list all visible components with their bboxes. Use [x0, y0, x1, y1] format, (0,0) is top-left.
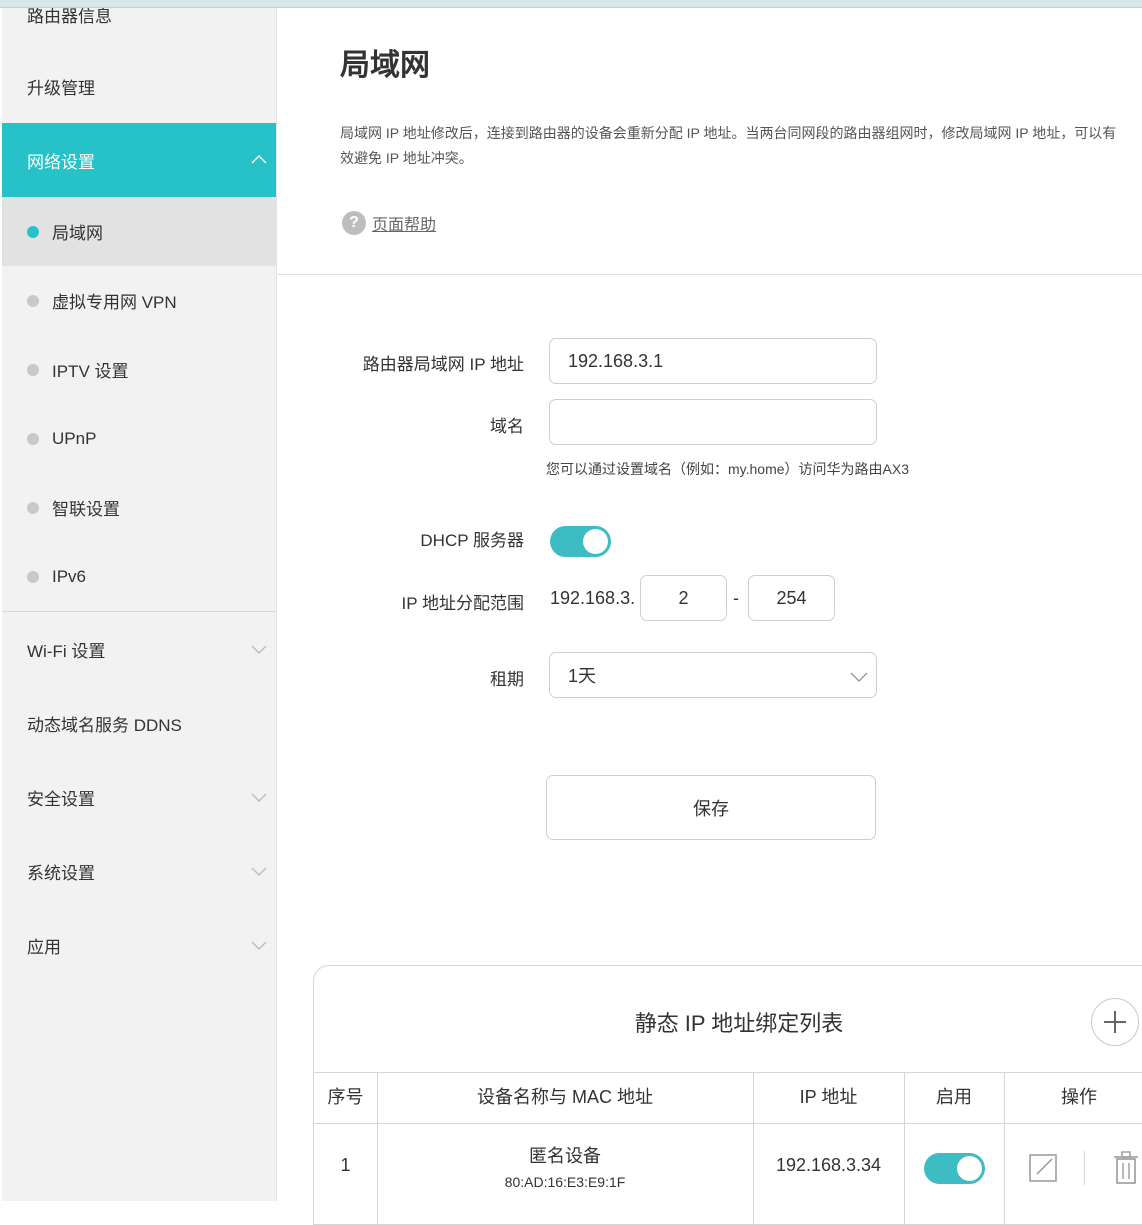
domain-hint: 您可以通过设置域名（例如：my.home）访问华为路由AX3 — [546, 461, 909, 477]
sidebar-item-wifi[interactable]: Wi-Fi 设置 — [2, 612, 276, 686]
sidebar-subitem-label: IPv6 — [52, 566, 87, 586]
sidebar-subitem-label: 局域网 — [52, 224, 103, 243]
chevron-down-icon — [251, 793, 267, 802]
save-button-label: 保存 — [693, 798, 729, 819]
sidebar-item-system[interactable]: 系统设置 — [2, 834, 276, 908]
lan-ip-input[interactable]: 192.168.3.1 — [549, 338, 877, 384]
chevron-down-icon — [251, 941, 267, 950]
page-description: 局域网 IP 地址修改后，连接到路由器的设备会重新分配 IP 地址。当两台同网段… — [340, 125, 1117, 166]
sidebar-subitem-label: 虚拟专用网 VPN — [52, 293, 177, 312]
domain-label: 域名 — [490, 417, 524, 436]
sidebar-subitem-vpn[interactable]: 虚拟专用网 VPN — [2, 266, 276, 335]
help-icon: ? — [342, 211, 366, 235]
chevron-up-icon — [251, 155, 267, 164]
sidebar-subitem-smart-link[interactable]: 智联设置 — [2, 473, 276, 542]
chevron-down-icon — [251, 645, 267, 654]
sidebar-subitem-ipv6[interactable]: IPv6 — [2, 542, 276, 611]
help-link-label: 页面帮助 — [372, 217, 437, 234]
row-ip: 192.168.3.34 — [775, 1155, 882, 1175]
sidebar-item-upgrade[interactable]: 升级管理 — [2, 50, 276, 122]
sidebar-item-label: 系统设置 — [27, 863, 95, 883]
chevron-down-icon — [850, 672, 868, 682]
sidebar-subitem-lan[interactable]: 局域网 — [2, 197, 276, 266]
row-device-mac: 80:AD:16:E3:E9:1F — [504, 1174, 626, 1190]
toggle-knob — [957, 1156, 982, 1181]
lan-ip-value: 192.168.3.1 — [568, 350, 664, 371]
column-header-index: 序号 — [327, 1087, 364, 1107]
table-border — [314, 1123, 1142, 1124]
ip-range-label: IP 地址分配范围 — [401, 594, 524, 613]
lease-label: 租期 — [490, 670, 524, 689]
sidebar-item-ddns[interactable]: 动态域名服务 DDNS — [2, 686, 276, 760]
sidebar-item-label: 网络设置 — [27, 152, 95, 172]
sidebar-subitem-label: 智联设置 — [52, 500, 120, 519]
row-index: 1 — [340, 1155, 351, 1175]
window-top-bar — [0, 0, 1142, 8]
add-binding-button[interactable] — [1091, 998, 1139, 1046]
action-separator — [1084, 1151, 1085, 1185]
sidebar-item-label: Wi-Fi 设置 — [27, 641, 106, 661]
sidebar-item-label: 应用 — [27, 937, 61, 957]
sidebar-item-router-info[interactable]: 路由器信息 — [2, 8, 276, 32]
dhcp-toggle[interactable] — [550, 526, 611, 557]
chevron-down-icon — [251, 867, 267, 876]
page-title: 局域网 — [340, 49, 430, 82]
static-ip-title: 静态 IP 地址绑定列表 — [634, 1011, 844, 1036]
bullet-icon — [27, 432, 39, 445]
bullet-icon — [27, 501, 39, 514]
sidebar-item-label: 升级管理 — [27, 78, 95, 98]
lease-value: 1天 — [568, 666, 597, 686]
ip-range-start-value: 2 — [678, 587, 689, 608]
page-help-link[interactable]: ? 页面帮助 — [342, 211, 436, 235]
sidebar-item-apps[interactable]: 应用 — [2, 908, 276, 982]
main-content: 局域网 局域网 IP 地址修改后，连接到路由器的设备会重新分配 IP 地址。当两… — [278, 8, 1142, 1225]
ip-range-start-input[interactable]: 2 — [640, 575, 727, 621]
sidebar-item-network-settings[interactable]: 网络设置 — [2, 123, 276, 197]
toggle-knob — [583, 529, 608, 554]
table-border — [314, 1072, 1142, 1073]
sidebar-subitem-label: UPnP — [52, 428, 97, 448]
edit-icon[interactable] — [1028, 1153, 1058, 1183]
column-header-actions: 操作 — [1061, 1087, 1097, 1107]
bullet-icon — [27, 363, 39, 376]
column-header-device: 设备名称与 MAC 地址 — [476, 1087, 653, 1107]
lease-select[interactable]: 1天 — [549, 652, 877, 698]
sidebar-subitem-iptv[interactable]: IPTV 设置 — [2, 335, 276, 404]
sidebar-item-label: 安全设置 — [27, 789, 95, 809]
ip-range-end-value: 254 — [776, 587, 807, 608]
row-device-name: 匿名设备 — [529, 1146, 601, 1166]
sidebar-item-label: 动态域名服务 DDNS — [27, 715, 182, 735]
ip-range-separator: - — [733, 588, 739, 608]
sidebar-item-label: 路由器信息 — [27, 8, 112, 26]
sidebar-subitem-upnp[interactable]: UPnP — [2, 404, 276, 473]
domain-input[interactable] — [549, 399, 877, 445]
static-ip-card: 静态 IP 地址绑定列表 序号 设备名称与 MAC 地址 IP 地址 启用 操作… — [313, 965, 1142, 1225]
sidebar: 路由器信息 升级管理 网络设置 局域网 虚拟专用网 VPN IPTV 设置 UP… — [2, 8, 277, 1201]
save-button[interactable]: 保存 — [546, 775, 876, 840]
dhcp-label: DHCP 服务器 — [420, 531, 524, 550]
column-header-ip: IP 地址 — [799, 1087, 858, 1107]
bullet-icon — [27, 225, 39, 238]
sidebar-subitem-label: IPTV 设置 — [52, 362, 129, 381]
ip-range-end-input[interactable]: 254 — [748, 575, 835, 621]
sidebar-item-security[interactable]: 安全设置 — [2, 760, 276, 834]
column-header-enabled: 启用 — [936, 1087, 972, 1107]
ip-range-prefix: 192.168.3. — [550, 588, 636, 608]
lan-ip-label: 路由器局域网 IP 地址 — [362, 355, 524, 374]
bullet-icon — [27, 570, 39, 583]
trash-icon[interactable] — [1112, 1151, 1140, 1185]
row-enable-toggle[interactable] — [924, 1153, 985, 1184]
section-divider — [278, 274, 1142, 275]
bullet-icon — [27, 294, 39, 307]
